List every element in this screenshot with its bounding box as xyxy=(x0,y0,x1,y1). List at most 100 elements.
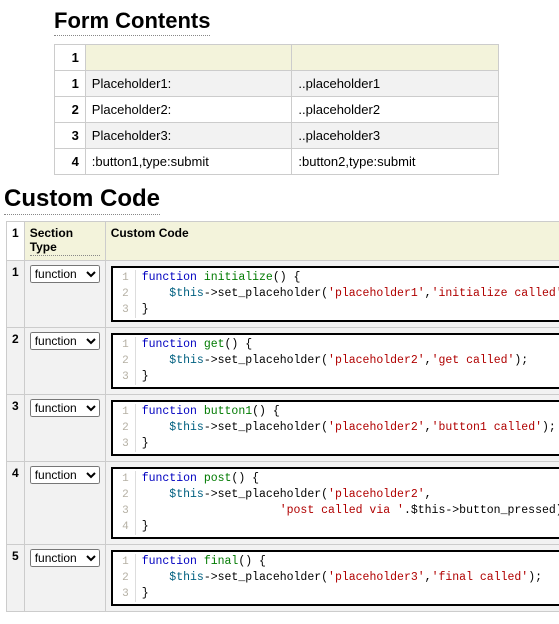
code-text: function button1() { xyxy=(136,404,280,420)
code-line: 2 $this->set_placeholder('placeholder3',… xyxy=(113,570,559,586)
line-number: 3 xyxy=(113,436,136,452)
form-header-rownum: 1 xyxy=(55,45,86,71)
table-row: 2Placeholder2:..placeholder2 xyxy=(55,97,499,123)
code-line: 1function get() { xyxy=(113,337,559,353)
section-type-select[interactable]: function xyxy=(30,332,100,350)
code-line: 1function initialize() { xyxy=(113,270,559,286)
line-number: 3 xyxy=(113,503,136,519)
code-cell: 1function get() {2 $this->set_placeholde… xyxy=(105,328,559,395)
line-number: 2 xyxy=(113,420,136,436)
section-type-cell: function xyxy=(24,328,105,395)
form-contents-table: 1 1Placeholder1:..placeholder12Placehold… xyxy=(54,44,499,175)
section-type-select[interactable]: function xyxy=(30,265,100,283)
code-box[interactable]: 1function get() {2 $this->set_placeholde… xyxy=(111,333,559,389)
form-cell-a: Placeholder3: xyxy=(85,123,292,149)
table-row: 4 function 1function post() {2 $this->set_… xyxy=(7,462,559,545)
code-box[interactable]: 1function button1() {2 $this->set_placeh… xyxy=(111,400,559,456)
line-number: 3 xyxy=(113,302,136,318)
code-text: } xyxy=(136,586,149,602)
section-type-select[interactable]: function xyxy=(30,466,100,484)
code-header-rownum: 1 xyxy=(7,222,25,261)
row-number: 2 xyxy=(7,328,25,395)
custom-code-table: 1 Section Type Custom Code 1function1fun… xyxy=(6,221,559,612)
line-number: 4 xyxy=(113,519,136,535)
code-line: 3} xyxy=(113,302,559,318)
table-row: 3 function 1function button1() {2 $this->s… xyxy=(7,395,559,462)
code-line: 4} xyxy=(113,519,559,535)
table-row: 3Placeholder3:..placeholder3 xyxy=(55,123,499,149)
code-header-section-type: Section Type xyxy=(24,222,105,261)
code-line: 3} xyxy=(113,369,559,385)
row-number: 4 xyxy=(55,149,86,175)
code-line: 2 $this->set_placeholder('placeholder2', xyxy=(113,487,559,503)
form-header-col-b xyxy=(292,45,499,71)
code-cell: 1function initialize() {2 $this->set_pla… xyxy=(105,261,559,328)
row-number: 5 xyxy=(7,545,25,612)
table-row: 1Placeholder1:..placeholder1 xyxy=(55,71,499,97)
section-type-select[interactable]: function xyxy=(30,549,100,567)
code-line: 2 $this->set_placeholder('placeholder2',… xyxy=(113,420,559,436)
code-header-code: Custom Code xyxy=(105,222,559,261)
code-line: 3} xyxy=(113,586,559,602)
code-cell: 1function button1() {2 $this->set_placeh… xyxy=(105,395,559,462)
line-number: 1 xyxy=(113,337,136,353)
code-text: $this->set_placeholder('placeholder2','b… xyxy=(136,420,556,436)
custom-code-heading: Custom Code xyxy=(4,185,559,215)
code-line: 3} xyxy=(113,436,559,452)
code-line: 3 'post called via '.$this->button_press… xyxy=(113,503,559,519)
line-number: 3 xyxy=(113,369,136,385)
form-cell-b: ..placeholder3 xyxy=(292,123,499,149)
code-text: } xyxy=(136,519,149,535)
section-type-cell: function xyxy=(24,462,105,545)
code-text: } xyxy=(136,302,149,318)
code-text: $this->set_placeholder('placeholder2', xyxy=(136,487,432,503)
row-number: 1 xyxy=(7,261,25,328)
code-line: 2 $this->set_placeholder('placeholder1',… xyxy=(113,286,559,302)
code-box[interactable]: 1function initialize() {2 $this->set_pla… xyxy=(111,266,559,322)
line-number: 2 xyxy=(113,487,136,503)
line-number: 1 xyxy=(113,471,136,487)
line-number: 2 xyxy=(113,286,136,302)
code-text: } xyxy=(136,369,149,385)
code-text: function get() { xyxy=(136,337,252,353)
row-number: 4 xyxy=(7,462,25,545)
line-number: 2 xyxy=(113,570,136,586)
section-type-cell: function xyxy=(24,395,105,462)
section-type-select[interactable]: function xyxy=(30,399,100,417)
form-contents-heading: Form Contents xyxy=(54,8,559,36)
line-number: 1 xyxy=(113,270,136,286)
code-text: $this->set_placeholder('placeholder3','f… xyxy=(136,570,542,586)
code-cell: 1function post() {2 $this->set_placehold… xyxy=(105,462,559,545)
row-number: 3 xyxy=(55,123,86,149)
row-number: 1 xyxy=(55,71,86,97)
code-cell: 1function final() {2 $this->set_placehol… xyxy=(105,545,559,612)
line-number: 1 xyxy=(113,554,136,570)
code-text: function post() { xyxy=(136,471,259,487)
form-cell-b: ..placeholder1 xyxy=(292,71,499,97)
table-row: 2function1function get() {2 $this->set_p… xyxy=(7,328,559,395)
row-number: 2 xyxy=(55,97,86,123)
table-row: 4:button1,type:submit:button2,type:submi… xyxy=(55,149,499,175)
code-text: $this->set_placeholder('placeholder2','g… xyxy=(136,353,529,369)
code-line: 1function final() { xyxy=(113,554,559,570)
code-text: function initialize() { xyxy=(136,270,301,286)
code-text: $this->set_placeholder('placeholder1','i… xyxy=(136,286,559,302)
code-box[interactable]: 1function post() {2 $this->set_placehold… xyxy=(111,467,559,539)
line-number: 3 xyxy=(113,586,136,602)
table-row: 1function1function initialize() {2 $this… xyxy=(7,261,559,328)
form-cell-a: Placeholder2: xyxy=(85,97,292,123)
form-cell-a: Placeholder1: xyxy=(85,71,292,97)
section-type-cell: function xyxy=(24,261,105,328)
code-text: } xyxy=(136,436,149,452)
code-box[interactable]: 1function final() {2 $this->set_placehol… xyxy=(111,550,559,606)
line-number: 1 xyxy=(113,404,136,420)
form-header-col-a xyxy=(85,45,292,71)
section-type-cell: function xyxy=(24,545,105,612)
form-cell-b: ..placeholder2 xyxy=(292,97,499,123)
code-text: 'post called via '.$this->button_pressed… xyxy=(136,503,559,519)
form-cell-b: :button2,type:submit xyxy=(292,149,499,175)
code-line: 2 $this->set_placeholder('placeholder2',… xyxy=(113,353,559,369)
table-row: 5 function 1function final() {2 $this->set… xyxy=(7,545,559,612)
code-line: 1function post() { xyxy=(113,471,559,487)
line-number: 2 xyxy=(113,353,136,369)
